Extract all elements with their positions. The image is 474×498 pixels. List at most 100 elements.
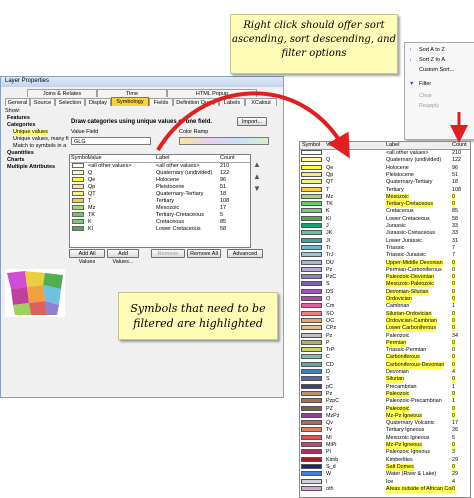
full-symbol-swatch[interactable] [301, 150, 322, 155]
categories-table[interactable]: Symbol Value Label Count <all other valu… [69, 154, 251, 248]
full-table-row[interactable]: T Tertiary 108 [300, 186, 470, 194]
full-symbol-swatch[interactable] [301, 405, 322, 411]
full-symbol-swatch[interactable] [301, 215, 322, 221]
tab-html-popup[interactable]: HTML Popup [167, 89, 257, 97]
full-table-row[interactable]: Pz Permian-Carboniferous 0 [300, 266, 470, 274]
categories-row[interactable]: T Tertiary 108 [70, 198, 250, 205]
full-symbol-swatch[interactable] [301, 281, 322, 287]
full-table-row[interactable]: PzpC Paleozoic-Precambrian 1 [300, 398, 470, 405]
full-symbol-swatch[interactable] [301, 485, 322, 491]
show-charts[interactable]: Charts [7, 157, 24, 163]
color-ramp-select[interactable] [179, 137, 269, 145]
full-table-row[interactable]: Jl Lower Jurassic 31 [300, 237, 470, 245]
full-symbol-swatch[interactable] [301, 208, 322, 214]
categories-row[interactable]: TK Tertiary-Cretaceous 5 [70, 212, 250, 219]
symbol-swatch[interactable] [72, 219, 84, 224]
full-table-row[interactable]: SO Silurian-Ordovician 0 [300, 310, 470, 318]
full-table-row[interactable]: Mi Mesozoic Igneous 5 [300, 434, 470, 442]
full-table-row[interactable]: K Cretaceous 85 [300, 208, 470, 215]
full-table-row[interactable]: Pz Paleozoic 34 [300, 332, 470, 340]
full-table-row[interactable]: S_d Salt Domes 0 [300, 463, 470, 471]
full-table-row[interactable]: TK Tertiary-Cretaceous 0 [300, 201, 470, 209]
full-symbol-swatch[interactable] [301, 347, 322, 353]
full-symbol-swatch[interactable] [301, 434, 322, 440]
full-symbol-swatch[interactable] [301, 193, 322, 199]
tab-fields[interactable]: Fields [149, 98, 173, 106]
symbol-swatch[interactable] [72, 163, 84, 168]
full-symbol-swatch[interactable] [301, 252, 322, 258]
full-symbol-swatch[interactable] [301, 274, 322, 280]
full-symbol-swatch[interactable] [301, 296, 322, 301]
full-table-row[interactable]: DU Upper-Middle Devonian 0 [300, 259, 470, 267]
full-symbol-swatch[interactable] [301, 456, 322, 462]
full-table-row[interactable]: Mz Mesozoic 0 [300, 193, 470, 201]
categories-row[interactable]: Kl Lower Cretaceous 58 [70, 226, 250, 233]
full-table-row[interactable]: pC Precambrian 1 [300, 383, 470, 391]
full-symbol-swatch[interactable] [301, 412, 322, 418]
move-arrows[interactable]: ▲ ▲ ▼ [253, 159, 263, 195]
remove-all-button[interactable]: Remove All [187, 249, 221, 258]
full-symbol-swatch[interactable] [301, 266, 322, 272]
full-symbol-swatch[interactable] [301, 478, 322, 484]
full-table-row[interactable]: Tv Tertiary Igneous 26 [300, 427, 470, 434]
full-table-row[interactable]: TrJ Triassic-Jurassic 7 [300, 252, 470, 259]
tab-labels[interactable]: Labels [219, 98, 245, 106]
tab-xcalout[interactable]: XCalout [245, 98, 277, 106]
symbol-swatch[interactable] [72, 191, 84, 196]
show-match-symbols[interactable]: Match to symbols in a [13, 143, 66, 149]
full-symbol-swatch[interactable] [301, 157, 322, 163]
full-table-row[interactable]: DS Devonian-Silurian 0 [300, 288, 470, 296]
full-table-row[interactable]: PZ Paleozoic 0 [300, 405, 470, 413]
full-table-row[interactable]: S Silurian 0 [300, 376, 470, 384]
full-table-row[interactable]: PzC Paleozoic-Devonian 0 [300, 274, 470, 282]
tab-general[interactable]: General [5, 98, 30, 106]
add-all-values-button[interactable]: Add All Values [69, 249, 105, 265]
full-table-row[interactable]: JK Jurassic-Cretaceous 33 [300, 230, 470, 237]
full-table-row[interactable]: Pz Paleozoic 0 [300, 390, 470, 398]
advanced-button[interactable]: Advanced [227, 249, 263, 258]
symbol-swatch[interactable] [72, 212, 84, 217]
tab-symbology[interactable]: Symbology [111, 97, 149, 106]
full-table-row[interactable]: O Ordovician 0 [300, 296, 470, 303]
tab-joins-relates[interactable]: Joins & Relates [27, 89, 97, 97]
full-symbol-swatch[interactable] [301, 376, 322, 382]
value-field-select[interactable]: GLG [71, 137, 151, 145]
full-table-row[interactable]: J Jurassic 33 [300, 223, 470, 230]
full-symbol-swatch[interactable] [301, 325, 322, 331]
full-table-row[interactable]: I Ice 4 [300, 478, 470, 486]
symbol-swatch[interactable] [72, 184, 84, 189]
full-table-row[interactable]: Cm Cambrian 1 [300, 303, 470, 310]
full-symbol-swatch[interactable] [301, 463, 322, 469]
symbol-swatch[interactable] [72, 170, 84, 175]
full-table-row[interactable]: C Carboniferous 0 [300, 354, 470, 362]
symbol-swatch[interactable] [72, 205, 84, 210]
show-unique-values-many[interactable]: Unique values, many fi [13, 136, 69, 142]
full-symbol-swatch[interactable] [301, 179, 322, 185]
full-col-count[interactable]: Count [452, 142, 467, 148]
categories-row[interactable]: K Cretaceous 85 [70, 219, 250, 226]
full-symbol-swatch[interactable] [301, 244, 322, 250]
full-col-label[interactable]: Label [386, 142, 399, 148]
full-table-row[interactable]: S Mesozoic-Paleozoic 0 [300, 281, 470, 289]
col-value[interactable]: Value [88, 155, 102, 161]
full-table-row[interactable]: QT Quaternary-Tertiary 18 [300, 179, 470, 186]
full-symbol-swatch[interactable] [301, 223, 322, 228]
add-values-button[interactable]: Add Values... [107, 249, 139, 265]
full-symbol-swatch[interactable] [301, 201, 322, 207]
menu-sort-z-a[interactable]: Sort Z to A [419, 57, 445, 63]
categories-row[interactable]: Qe Holocene 96 [70, 177, 250, 184]
categories-row[interactable]: <all other values> <all other values> 210 [70, 163, 250, 170]
full-table-row[interactable]: TrP Triassic-Permian 0 [300, 347, 470, 354]
import-button[interactable]: Import... [237, 117, 267, 126]
full-categories-table[interactable]: Symbol Value Label Count <all other valu… [299, 141, 471, 498]
full-symbol-swatch[interactable] [301, 471, 322, 477]
full-table-row[interactable]: OC Ordovician-Cambrian 0 [300, 317, 470, 325]
menu-custom-sort[interactable]: Custom Sort... [419, 67, 454, 73]
full-symbol-swatch[interactable] [301, 317, 322, 323]
show-unique-values[interactable]: Unique values [13, 129, 48, 135]
col-symbol[interactable]: Symbol [71, 155, 89, 161]
tab-display[interactable]: Display [85, 98, 111, 106]
show-quantities[interactable]: Quantities [7, 150, 34, 156]
full-table-row[interactable]: MzPz Mz-Pz Igneous 0 [300, 412, 470, 420]
full-symbol-swatch[interactable] [301, 361, 322, 367]
